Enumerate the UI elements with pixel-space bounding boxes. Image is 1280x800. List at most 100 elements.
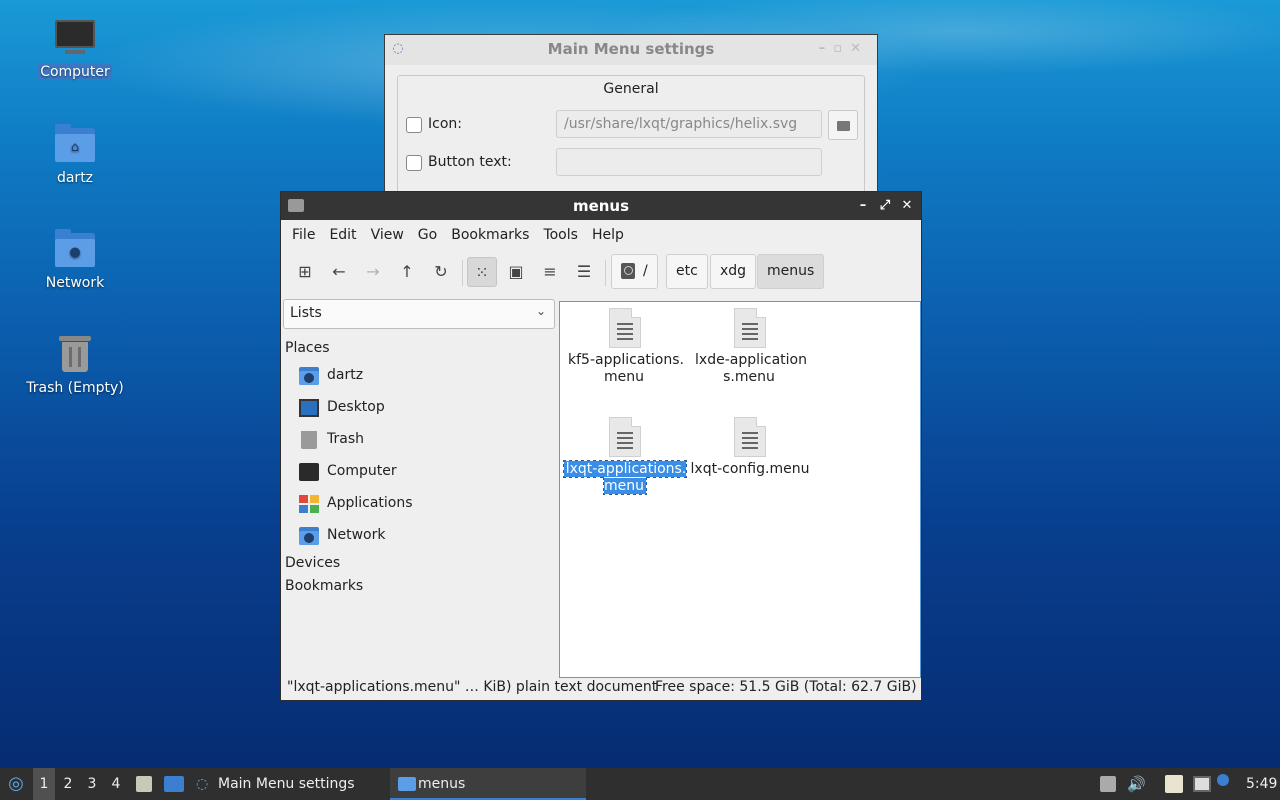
up-arrow-icon[interactable]: ↑ (392, 257, 422, 287)
menu-tools[interactable]: Tools (536, 227, 585, 243)
sidebar-item-desktop[interactable]: Desktop (285, 393, 555, 425)
sidebar-item-applications[interactable]: Applications (285, 489, 555, 521)
window-controls[interactable]: –▫✕ (819, 35, 869, 63)
text-file-icon (734, 308, 766, 348)
menu-edit[interactable]: Edit (322, 227, 363, 243)
menu-file[interactable]: File (285, 227, 322, 243)
button-text-checkbox[interactable] (406, 155, 422, 171)
window-title: Main Menu settings (547, 40, 715, 58)
file-item-selected[interactable]: lxqt-applications.menu (562, 417, 688, 495)
file-item[interactable]: kf5-applications.menu (563, 308, 687, 386)
file-name: lxde-applications.menu (695, 352, 807, 385)
task-menus[interactable]: menus (390, 768, 586, 800)
menu-go[interactable]: Go (411, 227, 444, 243)
forward-arrow-icon[interactable]: → (358, 257, 388, 287)
trash-icon (301, 431, 317, 449)
icon-view-icon[interactable]: ⁙ (467, 257, 497, 287)
status-bar: "lxqt-applications.menu" … KiB) plain te… (281, 676, 921, 700)
status-selection: "lxqt-applications.menu" … KiB) plain te… (287, 679, 658, 695)
desktop-switch-2[interactable]: 2 (57, 768, 79, 800)
drive-icon (621, 263, 635, 279)
bookmarks-header[interactable]: Bookmarks (285, 576, 555, 599)
desktop-switch-3[interactable]: 3 (81, 768, 103, 800)
menu-bookmarks[interactable]: Bookmarks (444, 227, 536, 243)
file-name: kf5-applications.menu (568, 352, 684, 385)
file-item[interactable]: lxde-applications.menu (688, 308, 812, 386)
sidebar-item-label: Computer (327, 463, 397, 479)
desktop-switch-4[interactable]: 4 (105, 768, 127, 800)
minimize-icon[interactable]: – (855, 192, 871, 220)
desktop-icon-network[interactable]: ● Network (20, 227, 130, 291)
task-label: menus (418, 776, 466, 792)
devices-header[interactable]: Devices (285, 553, 555, 576)
text-file-icon (609, 417, 641, 457)
window-title: menus (572, 197, 630, 215)
folder-icon (837, 121, 850, 131)
breadcrumb-root[interactable]: / (611, 254, 658, 289)
desktop-icon-label: dartz (56, 170, 94, 186)
general-group: General Icon: /usr/share/lxqt/graphics/h… (397, 75, 865, 205)
show-desktop-icon[interactable] (164, 776, 184, 792)
clock[interactable]: 5:49 (1246, 768, 1277, 800)
file-view[interactable]: kf5-applications.menu lxde-applications.… (559, 301, 921, 678)
trash-icon (53, 332, 97, 376)
taskbar: ◎ 1 2 3 4 ◌ Main Menu settings menus 🔊 5… (0, 768, 1280, 800)
breadcrumb-menus[interactable]: menus (757, 254, 825, 289)
sidebar-item-network[interactable]: Network (285, 521, 555, 553)
desktop-icon-label: Computer (38, 64, 112, 80)
icon-label: Icon: (428, 116, 462, 132)
volume-icon[interactable]: 🔊 (1127, 768, 1146, 800)
task-label: Main Menu settings (218, 776, 355, 792)
compact-view-icon[interactable]: ≡ (535, 257, 565, 287)
file-manager-window[interactable]: menus – ⤢ ✕ File Edit View Go Bookmarks … (280, 191, 922, 701)
main-menu-settings-window[interactable]: ◌ Main Menu settings –▫✕ General Icon: /… (384, 34, 878, 205)
file-manager-launcher-icon[interactable] (136, 776, 152, 792)
sidebar-item-label: dartz (327, 367, 364, 383)
desktop-icon-label: Trash (Empty) (26, 380, 124, 396)
desktop-icon-trash[interactable]: Trash (Empty) (20, 332, 130, 396)
file-item[interactable]: lxqt-config.menu (688, 417, 812, 478)
folder-icon (288, 199, 304, 212)
close-icon[interactable]: ✕ (899, 192, 915, 220)
chevron-down-icon: ⌄ (535, 304, 546, 318)
clipboard-icon[interactable] (1165, 775, 1183, 793)
new-tab-icon[interactable]: ⊞ (290, 257, 320, 287)
menu-help[interactable]: Help (585, 227, 631, 243)
network-status-icon[interactable] (1193, 776, 1211, 792)
desktop-icon (299, 399, 319, 417)
sidebar-item-dartz[interactable]: dartz (285, 361, 555, 393)
desktop-switch-1[interactable]: 1 (33, 768, 55, 800)
breadcrumb-etc[interactable]: etc (666, 254, 708, 289)
side-pane-mode-select[interactable]: Lists ⌄ (283, 299, 555, 329)
back-arrow-icon[interactable]: ← (324, 257, 354, 287)
sidebar-item-label: Network (327, 527, 386, 543)
detailed-list-icon[interactable]: ☰ (569, 257, 599, 287)
notification-icon[interactable] (1217, 774, 1229, 786)
sidebar-item-computer[interactable]: Computer (285, 457, 555, 489)
sidebar-item-label: Applications (327, 495, 413, 511)
sidebar-item-trash[interactable]: Trash (285, 425, 555, 457)
breadcrumb-xdg[interactable]: xdg (710, 254, 757, 289)
desktop-icon-home[interactable]: ⌂ dartz (20, 122, 130, 186)
side-pane: Places dartz Desktop Trash Computer Appl… (285, 338, 555, 599)
start-menu-icon[interactable]: ◎ (4, 768, 28, 800)
removable-media-icon[interactable] (1100, 776, 1116, 792)
status-free-space: Free space: 51.5 GiB (Total: 62.7 GiB) (655, 679, 917, 695)
home-folder-icon: ⌂ (53, 122, 97, 166)
icon-checkbox[interactable] (406, 117, 422, 133)
task-main-menu-settings[interactable]: ◌ Main Menu settings (190, 768, 386, 800)
button-text-field[interactable] (556, 148, 822, 176)
desktop-icon-computer[interactable]: Computer (20, 16, 130, 80)
browse-button[interactable] (828, 110, 858, 140)
thumbnail-view-icon[interactable]: ▣ (501, 257, 531, 287)
reload-icon[interactable]: ↻ (426, 257, 456, 287)
window-titlebar[interactable]: menus – ⤢ ✕ (281, 192, 921, 220)
icon-path-field[interactable]: /usr/share/lxqt/graphics/helix.svg (556, 110, 822, 138)
maximize-icon[interactable]: ⤢ (877, 192, 893, 220)
button-text-label: Button text: (428, 154, 512, 170)
window-titlebar[interactable]: ◌ Main Menu settings –▫✕ (385, 35, 877, 65)
group-title: General (603, 81, 659, 97)
computer-icon (299, 463, 319, 481)
places-header[interactable]: Places (285, 338, 555, 361)
menu-view[interactable]: View (364, 227, 411, 243)
